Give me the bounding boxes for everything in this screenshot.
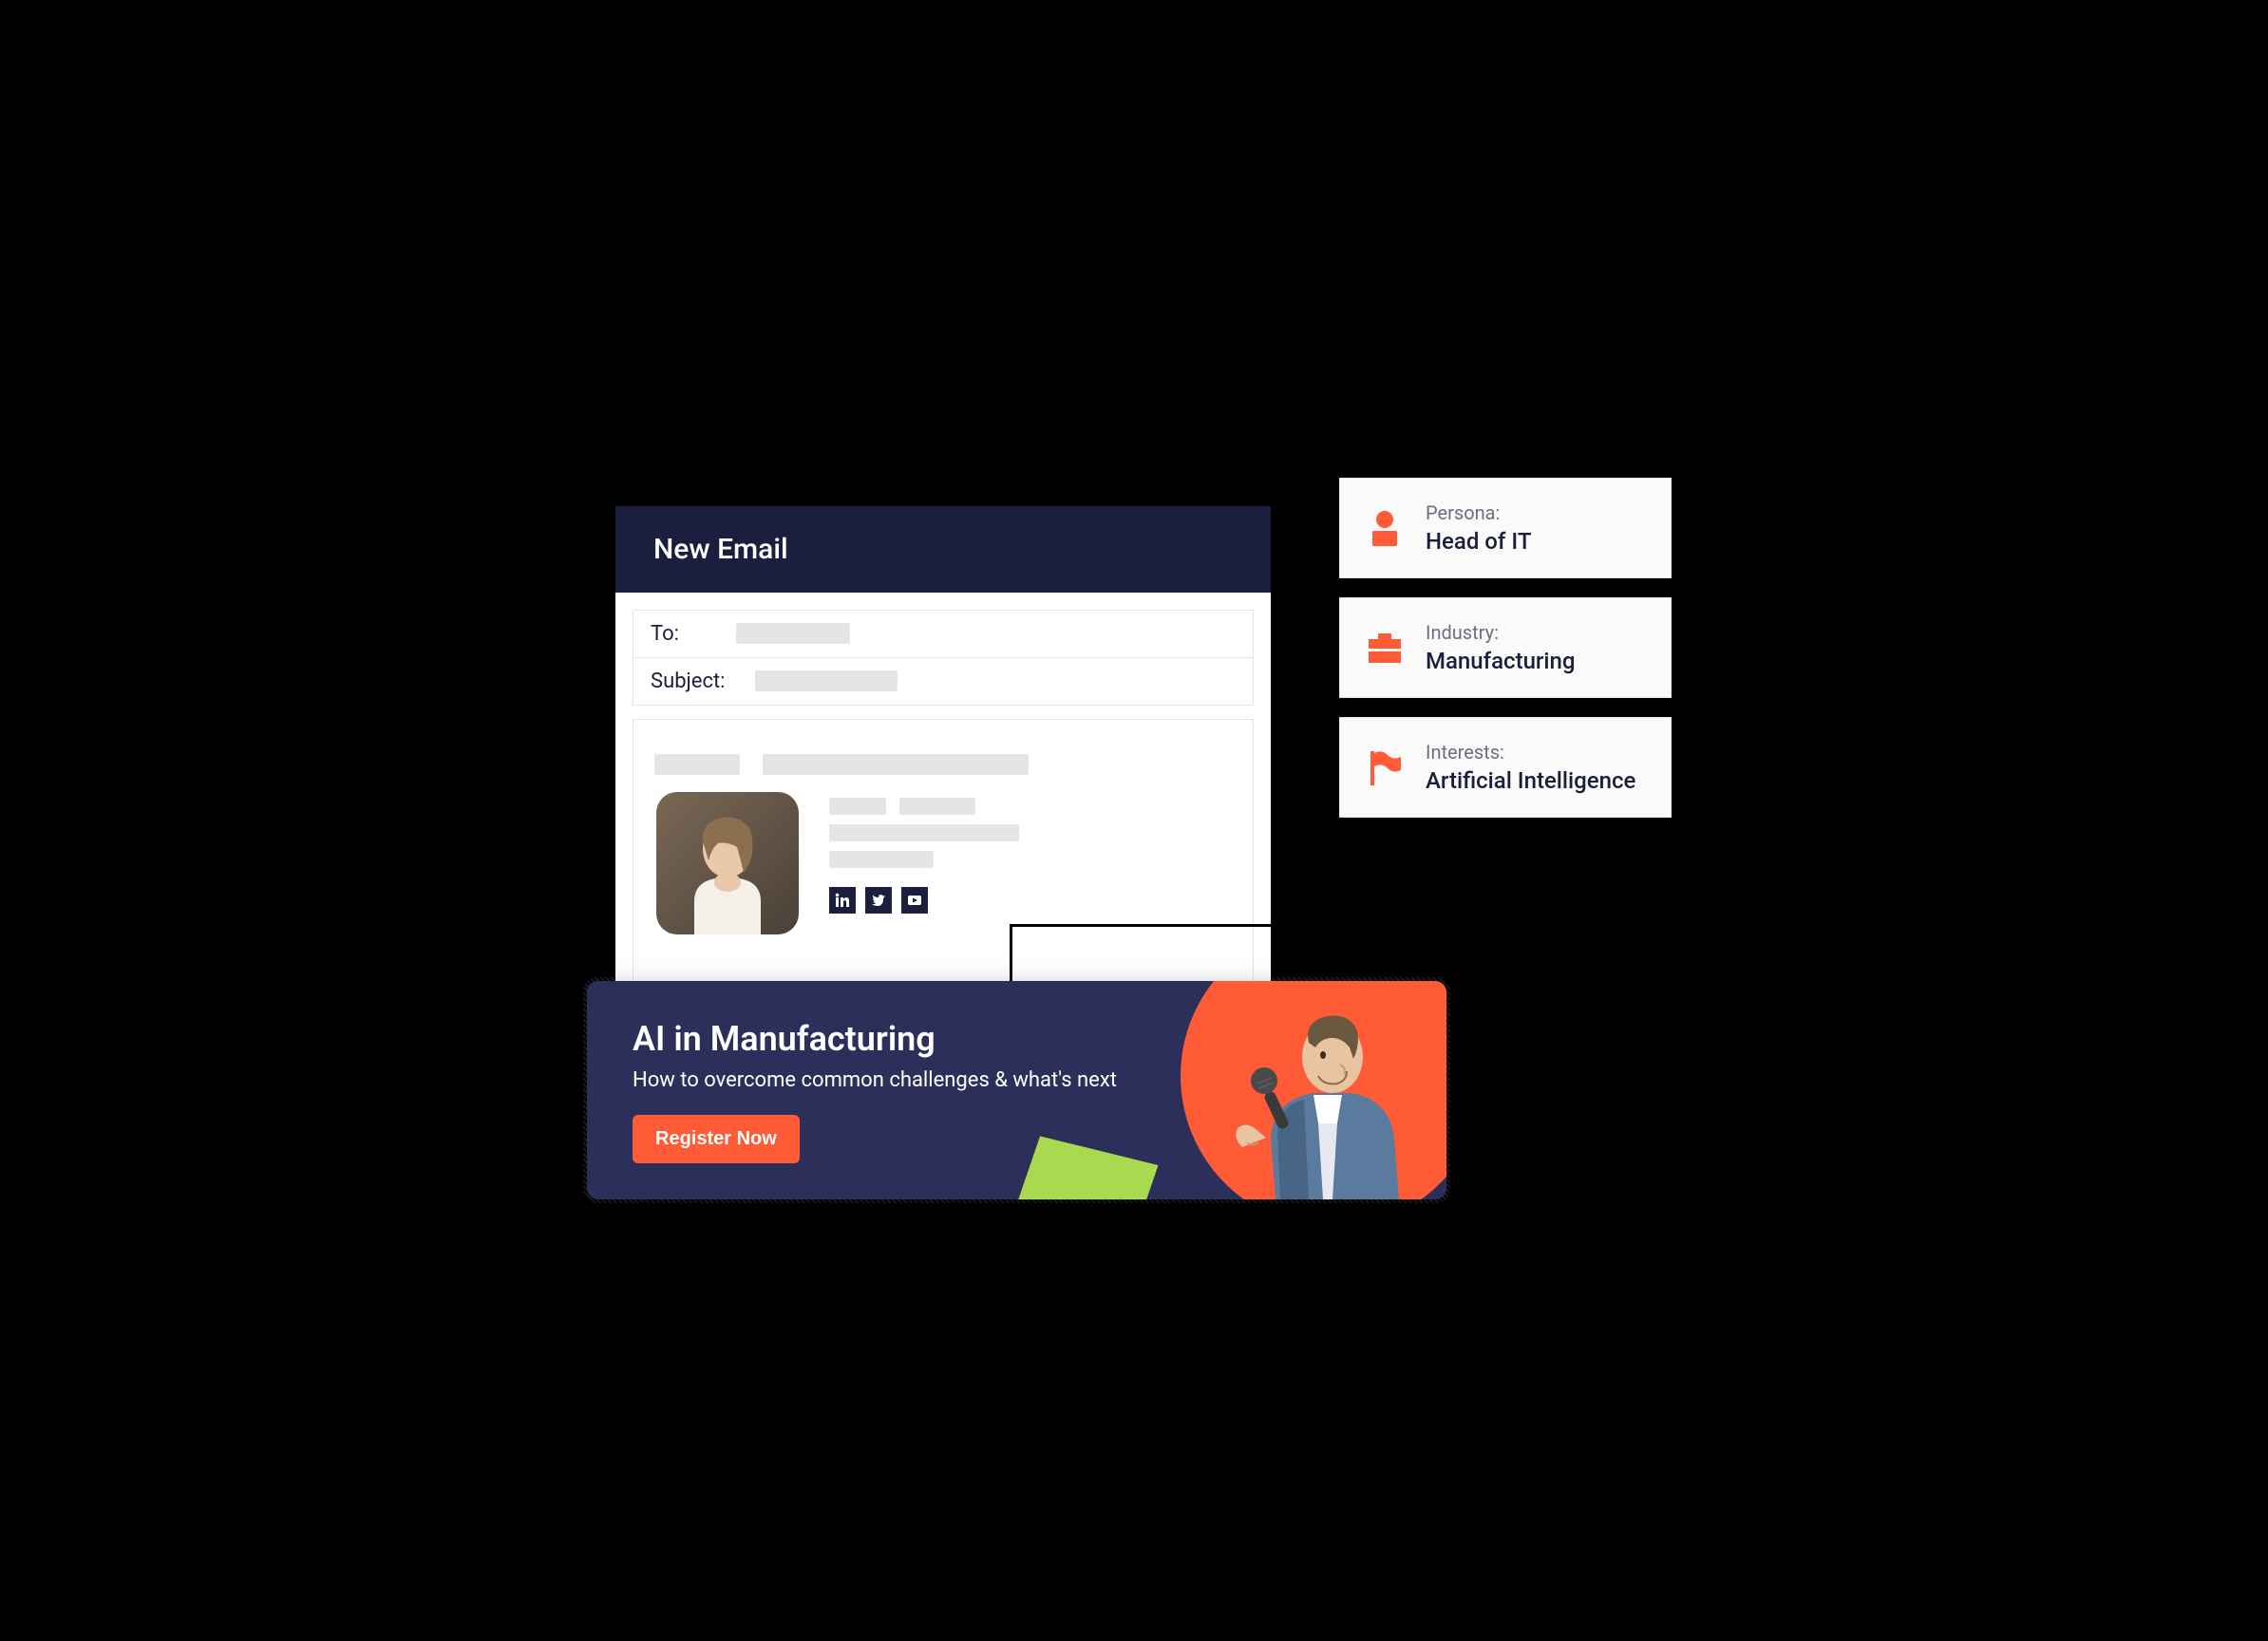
industry-value: Manufacturing	[1426, 648, 1575, 674]
sig-placeholder	[899, 798, 975, 815]
interests-card: Interests: Artificial Intelligence	[1339, 717, 1672, 818]
content-placeholder	[763, 754, 1029, 775]
youtube-icon[interactable]	[901, 887, 928, 914]
content-placeholder	[654, 754, 740, 775]
promo-banner[interactable]: AI in Manufacturing How to overcome comm…	[587, 981, 1446, 1199]
email-signature	[654, 792, 1232, 934]
to-placeholder	[736, 623, 850, 644]
subject-field-row[interactable]: Subject:	[633, 658, 1253, 705]
sender-avatar	[656, 792, 799, 934]
persona-value: Head of IT	[1426, 528, 1531, 555]
subject-label: Subject:	[651, 670, 736, 693]
register-button[interactable]: Register Now	[633, 1115, 800, 1163]
person-icon	[1365, 508, 1405, 548]
attribute-cards-panel: Persona: Head of IT Industry: Manufactur…	[1339, 478, 1672, 818]
sig-placeholder	[829, 824, 1019, 841]
industry-label: Industry:	[1426, 621, 1575, 644]
industry-card: Industry: Manufacturing	[1339, 597, 1672, 698]
banner-decoration-shape	[1002, 1133, 1161, 1199]
briefcase-icon	[1365, 628, 1405, 668]
sig-placeholder	[829, 851, 934, 868]
email-header-title: New Email	[615, 506, 1271, 593]
to-label: To:	[651, 622, 717, 646]
sig-placeholder	[829, 798, 886, 815]
interests-label: Interests:	[1426, 741, 1635, 764]
persona-card: Persona: Head of IT	[1339, 478, 1672, 578]
linkedin-icon[interactable]	[829, 887, 856, 914]
to-field-row[interactable]: To:	[633, 611, 1253, 658]
subject-placeholder	[755, 670, 898, 691]
persona-label: Persona:	[1426, 501, 1531, 524]
flag-icon	[1365, 747, 1405, 787]
twitter-icon[interactable]	[865, 887, 892, 914]
speaker-image	[1200, 990, 1427, 1199]
interests-value: Artificial Intelligence	[1426, 767, 1635, 794]
